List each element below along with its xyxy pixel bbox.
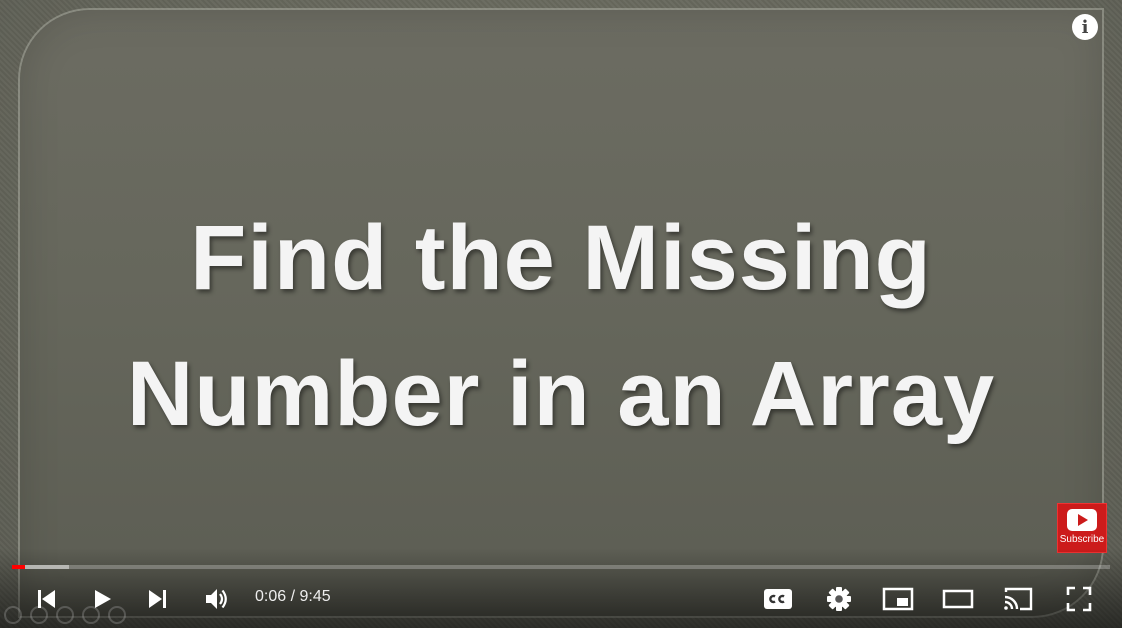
subscribe-watermark-button[interactable]: Subscribe xyxy=(1057,503,1107,553)
skip-next-icon xyxy=(149,590,166,608)
skip-previous-icon xyxy=(38,590,55,608)
cast-button[interactable] xyxy=(1000,582,1036,616)
settings-button[interactable] xyxy=(821,582,857,616)
cast-icon xyxy=(1004,587,1033,611)
time-display: 0:06 / 9:45 xyxy=(255,588,331,606)
closed-captions-icon xyxy=(764,589,792,609)
fullscreen-button[interactable] xyxy=(1061,582,1097,616)
progress-bar[interactable] xyxy=(12,565,1110,569)
theater-mode-icon xyxy=(942,589,974,609)
theater-mode-button[interactable] xyxy=(940,582,976,616)
subscribe-label: Subscribe xyxy=(1059,534,1105,545)
slide-title: Find the Missing Number in an Array xyxy=(0,190,1122,462)
faded-icon xyxy=(4,606,22,624)
progress-played xyxy=(12,565,26,569)
current-time: 0:06 xyxy=(255,588,287,605)
play-button[interactable] xyxy=(86,582,118,616)
slide-title-line-1: Find the Missing xyxy=(190,207,932,309)
miniplayer-button[interactable] xyxy=(880,582,916,616)
gear-icon xyxy=(827,587,851,611)
youtube-logo-icon xyxy=(1067,509,1097,531)
next-button[interactable] xyxy=(142,582,174,616)
play-icon xyxy=(95,590,111,608)
captions-button[interactable] xyxy=(760,582,796,616)
info-button[interactable]: i xyxy=(1072,14,1098,40)
video-frame[interactable]: Find the Missing Number in an Array i Su… xyxy=(0,0,1122,628)
duration: 9:45 xyxy=(299,588,331,605)
previous-button[interactable] xyxy=(30,582,62,616)
time-separator: / xyxy=(286,588,300,605)
fullscreen-icon xyxy=(1066,586,1092,612)
miniplayer-icon xyxy=(882,587,914,611)
volume-button[interactable] xyxy=(200,582,234,616)
volume-icon xyxy=(206,589,227,609)
slide-title-line-2: Number in an Array xyxy=(126,343,996,445)
info-icon: i xyxy=(1081,16,1089,38)
